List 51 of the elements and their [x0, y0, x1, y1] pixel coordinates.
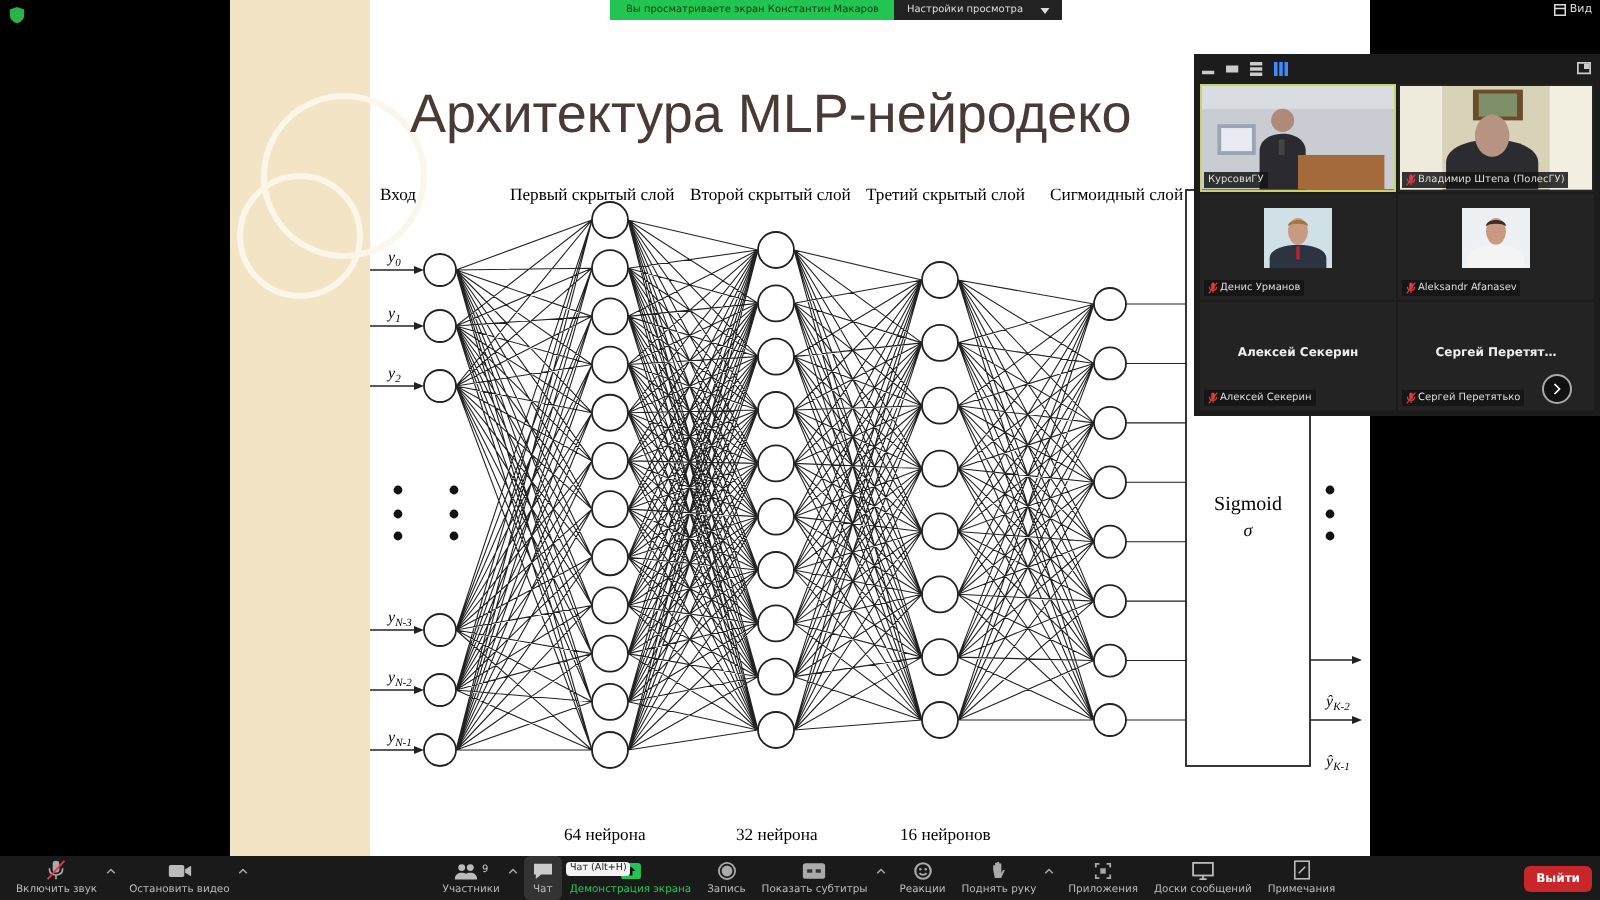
- input-label: y$_{2}$: [388, 364, 401, 386]
- output-arrow: [1309, 656, 1362, 664]
- people-icon: [453, 861, 478, 879]
- window-icon: [1553, 4, 1566, 16]
- neuron-count: 32 нейрона: [736, 824, 818, 844]
- layer-label: Первый скрытый слой: [510, 184, 675, 204]
- smiley-icon: [913, 861, 932, 879]
- caret-icon[interactable]: [237, 867, 248, 873]
- notes-icon: [1293, 860, 1310, 880]
- neuron-count: 64 нейрона: [564, 824, 646, 844]
- caret-icon[interactable]: [875, 867, 886, 873]
- caret-icon[interactable]: [507, 867, 518, 873]
- caret-icon: [1039, 7, 1050, 13]
- input-arrow: [369, 322, 424, 330]
- neuron-count: 16 нейронов: [900, 824, 991, 844]
- chevron-right-icon: [1552, 382, 1562, 396]
- output-label: ŷ$_{K-1}$: [1326, 752, 1350, 774]
- camera-icon: [167, 861, 192, 879]
- input-label: y$_{N-3}$: [388, 608, 412, 630]
- whiteboard-icon: [1191, 861, 1214, 879]
- caret-icon[interactable]: [1044, 867, 1055, 873]
- input-arrow: [369, 626, 424, 634]
- input-arrow: [369, 266, 424, 274]
- record-icon: [717, 861, 736, 879]
- layer-label: Вход: [380, 184, 417, 204]
- apps-icon: [1094, 861, 1113, 879]
- list-view-icon[interactable]: [1250, 61, 1264, 75]
- hand-icon: [990, 860, 1007, 880]
- layer-label: Третий скрытый слой: [866, 184, 1025, 204]
- input-label: y$_{1}$: [388, 304, 401, 326]
- sigmoid-label: Sigmoid: [1214, 494, 1282, 516]
- layer-label: Второй скрытый слой: [690, 184, 851, 204]
- input-label: y$_{N-2}$: [388, 668, 412, 690]
- layer-label: Сигмоидный слой: [1050, 184, 1184, 204]
- slide-title: Архитектура MLP-нейродеко: [410, 84, 1132, 144]
- input-arrow: [369, 686, 424, 694]
- captions-icon: [802, 861, 827, 879]
- input-arrow: [369, 746, 424, 754]
- muted-mic-icon: [46, 860, 67, 880]
- strip-view-icon[interactable]: [1226, 61, 1240, 75]
- grid-view-icon[interactable]: [1274, 61, 1288, 75]
- input-label: y$_{N-1}$: [388, 728, 412, 750]
- input-arrow: [369, 382, 424, 390]
- caret-icon[interactable]: [105, 867, 116, 873]
- shield-icon[interactable]: [8, 6, 26, 24]
- expand-icon[interactable]: [1576, 61, 1592, 75]
- chat-icon: [531, 861, 554, 879]
- output-label: ŷ$_{K-2}$: [1326, 692, 1350, 714]
- sigma-symbol: σ: [1243, 520, 1253, 540]
- output-arrow: [1309, 716, 1362, 724]
- input-label: y$_{0}$: [388, 248, 401, 270]
